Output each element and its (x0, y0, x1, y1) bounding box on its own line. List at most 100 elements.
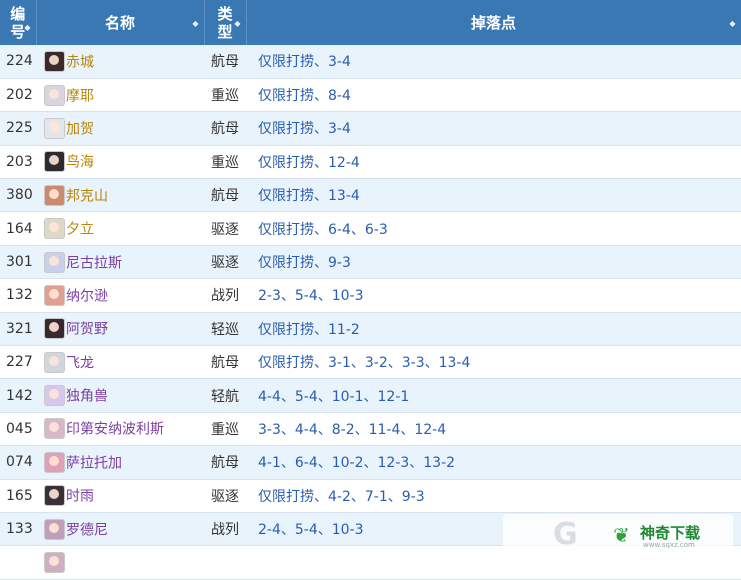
ship-name-link[interactable]: 摩耶 (66, 88, 94, 104)
watermark-url: www.sqxz.com (643, 541, 695, 549)
ship-name-link[interactable]: 阿贺野 (66, 322, 108, 338)
column-header-name[interactable]: 名称 ◆ (36, 0, 205, 45)
column-header-drop[interactable]: 掉落点 ◆ (246, 0, 741, 45)
ship-name-cell[interactable] (36, 545, 204, 580)
ship-name-cell[interactable]: 邦克山 (36, 178, 204, 213)
ship-type: 重巡 (204, 145, 246, 180)
ship-name-cell[interactable]: 印第安纳波利斯 (36, 412, 204, 447)
ship-drop-points: 仅限打捞、9-3 (246, 245, 741, 280)
ship-avatar-icon[interactable] (44, 284, 65, 306)
ship-name-link[interactable]: 夕立 (66, 222, 94, 238)
table-row: 203 鸟海 重巡 仅限打捞、12-4 (0, 145, 741, 180)
ship-table-container: 编号 ◆ 名称 ◆ 类型 ◆ 掉落点 ◆ 224 赤城 航母 仅限打捞、3-4 202 摩… (0, 0, 741, 580)
ship-type: 驱逐 (204, 479, 246, 513)
ship-name-cell[interactable]: 阿贺野 (36, 312, 204, 347)
ship-drop-points: 仅限打捞、13-4 (246, 178, 741, 213)
table-row: 227 飞龙 航母 仅限打捞、3-1、3-2、3-3、13-4 (0, 345, 741, 380)
ship-name-cell[interactable]: 纳尔逊 (36, 278, 204, 313)
ship-drop-points: 2-3、5-4、10-3 (246, 278, 741, 313)
ship-avatar-icon[interactable] (44, 552, 65, 574)
column-header-type[interactable]: 类型 ◆ (204, 0, 247, 45)
ship-name-cell[interactable]: 夕立 (36, 211, 204, 246)
ship-drop-points: 仅限打捞、3-4 (246, 111, 741, 146)
ship-type: 轻航 (204, 378, 246, 413)
ship-type: 驱逐 (204, 245, 246, 280)
ship-avatar-icon[interactable] (44, 50, 65, 72)
ship-drop-points: 3-3、4-4、8-2、11-4、12-4 (246, 412, 741, 447)
table-row: 165 时雨 驱逐 仅限打捞、4-2、7-1、9-3 (0, 479, 741, 513)
ship-name-cell[interactable]: 摩耶 (36, 78, 204, 113)
ship-drop-points: 仅限打捞、8-4 (246, 78, 741, 113)
ship-name-cell[interactable]: 独角兽 (36, 378, 204, 413)
ship-name-link[interactable]: 独角兽 (66, 389, 108, 405)
sort-icon[interactable]: ◆ (24, 19, 30, 37)
table-row: 074 萨拉托加 航母 4-1、6-4、10-2、12-3、13-2 (0, 445, 741, 480)
table-row: 321 阿贺野 轻巡 仅限打捞、11-2 (0, 312, 741, 347)
ship-name-cell[interactable]: 罗德尼 (36, 512, 204, 547)
ship-avatar-icon[interactable] (44, 351, 65, 373)
ship-name-link[interactable]: 纳尔逊 (66, 288, 108, 304)
ship-drop-table: 编号 ◆ 名称 ◆ 类型 ◆ 掉落点 ◆ 224 赤城 航母 仅限打捞、3-4 202 摩… (0, 0, 741, 580)
ship-name-cell[interactable]: 鸟海 (36, 145, 204, 180)
ship-type: 航母 (204, 178, 246, 213)
watermark-text: 神奇下载 (640, 524, 701, 542)
ship-number: 227 (0, 345, 36, 380)
sort-icon[interactable]: ◆ (234, 19, 240, 28)
ship-avatar-icon[interactable] (44, 84, 65, 106)
sort-icon[interactable]: ◆ (192, 19, 198, 28)
ship-drop-points: 仅限打捞、3-4 (246, 45, 741, 79)
ship-type: 航母 (204, 111, 246, 146)
ship-drop-points: 仅限打捞、4-2、7-1、9-3 (246, 479, 741, 513)
ship-avatar-icon[interactable] (44, 151, 65, 173)
ship-number: 225 (0, 111, 36, 146)
ship-name-link[interactable]: 印第安纳波利斯 (66, 422, 164, 438)
ship-name-cell[interactable]: 飞龙 (36, 345, 204, 380)
ship-type: 航母 (204, 45, 246, 79)
ship-avatar-icon[interactable] (44, 184, 65, 206)
ship-avatar-icon[interactable] (44, 385, 65, 407)
table-row: 132 纳尔逊 战列 2-3、5-4、10-3 (0, 278, 741, 313)
ship-avatar-icon[interactable] (44, 117, 65, 139)
ship-avatar-icon[interactable] (44, 318, 65, 340)
ship-avatar-icon[interactable] (44, 251, 65, 273)
ship-name-link[interactable]: 赤城 (66, 54, 94, 70)
table-row: 301 尼古拉斯 驱逐 仅限打捞、9-3 (0, 245, 741, 280)
ship-avatar-icon[interactable] (44, 451, 65, 473)
ship-name-link[interactable]: 鸟海 (66, 155, 94, 171)
table-row: 142 独角兽 轻航 4-4、5-4、10-1、12-1 (0, 378, 741, 413)
ship-number: 132 (0, 278, 36, 313)
ship-avatar-icon[interactable] (44, 218, 65, 240)
ship-name-link[interactable]: 加贺 (66, 121, 94, 137)
ship-avatar-icon[interactable] (44, 518, 65, 540)
ship-avatar-icon[interactable] (44, 418, 65, 440)
ship-name-cell[interactable]: 萨拉托加 (36, 445, 204, 480)
ship-type: 重巡 (204, 78, 246, 113)
ship-name-link[interactable]: 尼古拉斯 (66, 255, 122, 271)
ship-number: 224 (0, 45, 36, 79)
column-header-num[interactable]: 编号 ◆ (0, 0, 37, 45)
watermark-leaf-icon: ❦ (613, 523, 630, 547)
ship-name-cell[interactable]: 尼古拉斯 (36, 245, 204, 280)
ship-number (0, 545, 36, 580)
ship-number: 380 (0, 178, 36, 213)
ship-name-link[interactable]: 萨拉托加 (66, 455, 122, 471)
ship-number: 045 (0, 412, 36, 447)
ship-drop-points: 仅限打捞、11-2 (246, 312, 741, 347)
column-header-type-label: 类型 (217, 4, 233, 41)
ship-name-link[interactable]: 邦克山 (66, 188, 108, 204)
ship-type: 战列 (204, 512, 246, 547)
ship-drop-points: 仅限打捞、12-4 (246, 145, 741, 180)
ship-name-cell[interactable]: 时雨 (36, 479, 204, 513)
ship-type (204, 545, 246, 580)
table-body: 224 赤城 航母 仅限打捞、3-4 202 摩耶 重巡 仅限打捞、8-4 225 加贺 航母 仅限打… (0, 45, 741, 580)
ship-name-cell[interactable]: 加贺 (36, 111, 204, 146)
table-row: 045 印第安纳波利斯 重巡 3-3、4-4、8-2、11-4、12-4 (0, 412, 741, 447)
ship-name-link[interactable]: 时雨 (66, 489, 94, 505)
ship-drop-points: 仅限打捞、6-4、6-3 (246, 211, 741, 246)
ship-name-link[interactable]: 罗德尼 (66, 522, 108, 538)
sort-icon[interactable]: ◆ (729, 19, 735, 28)
ship-name-link[interactable]: 飞龙 (66, 355, 94, 371)
ship-avatar-icon[interactable] (44, 485, 65, 507)
ship-name-cell[interactable]: 赤城 (36, 45, 204, 79)
ship-type: 重巡 (204, 412, 246, 447)
